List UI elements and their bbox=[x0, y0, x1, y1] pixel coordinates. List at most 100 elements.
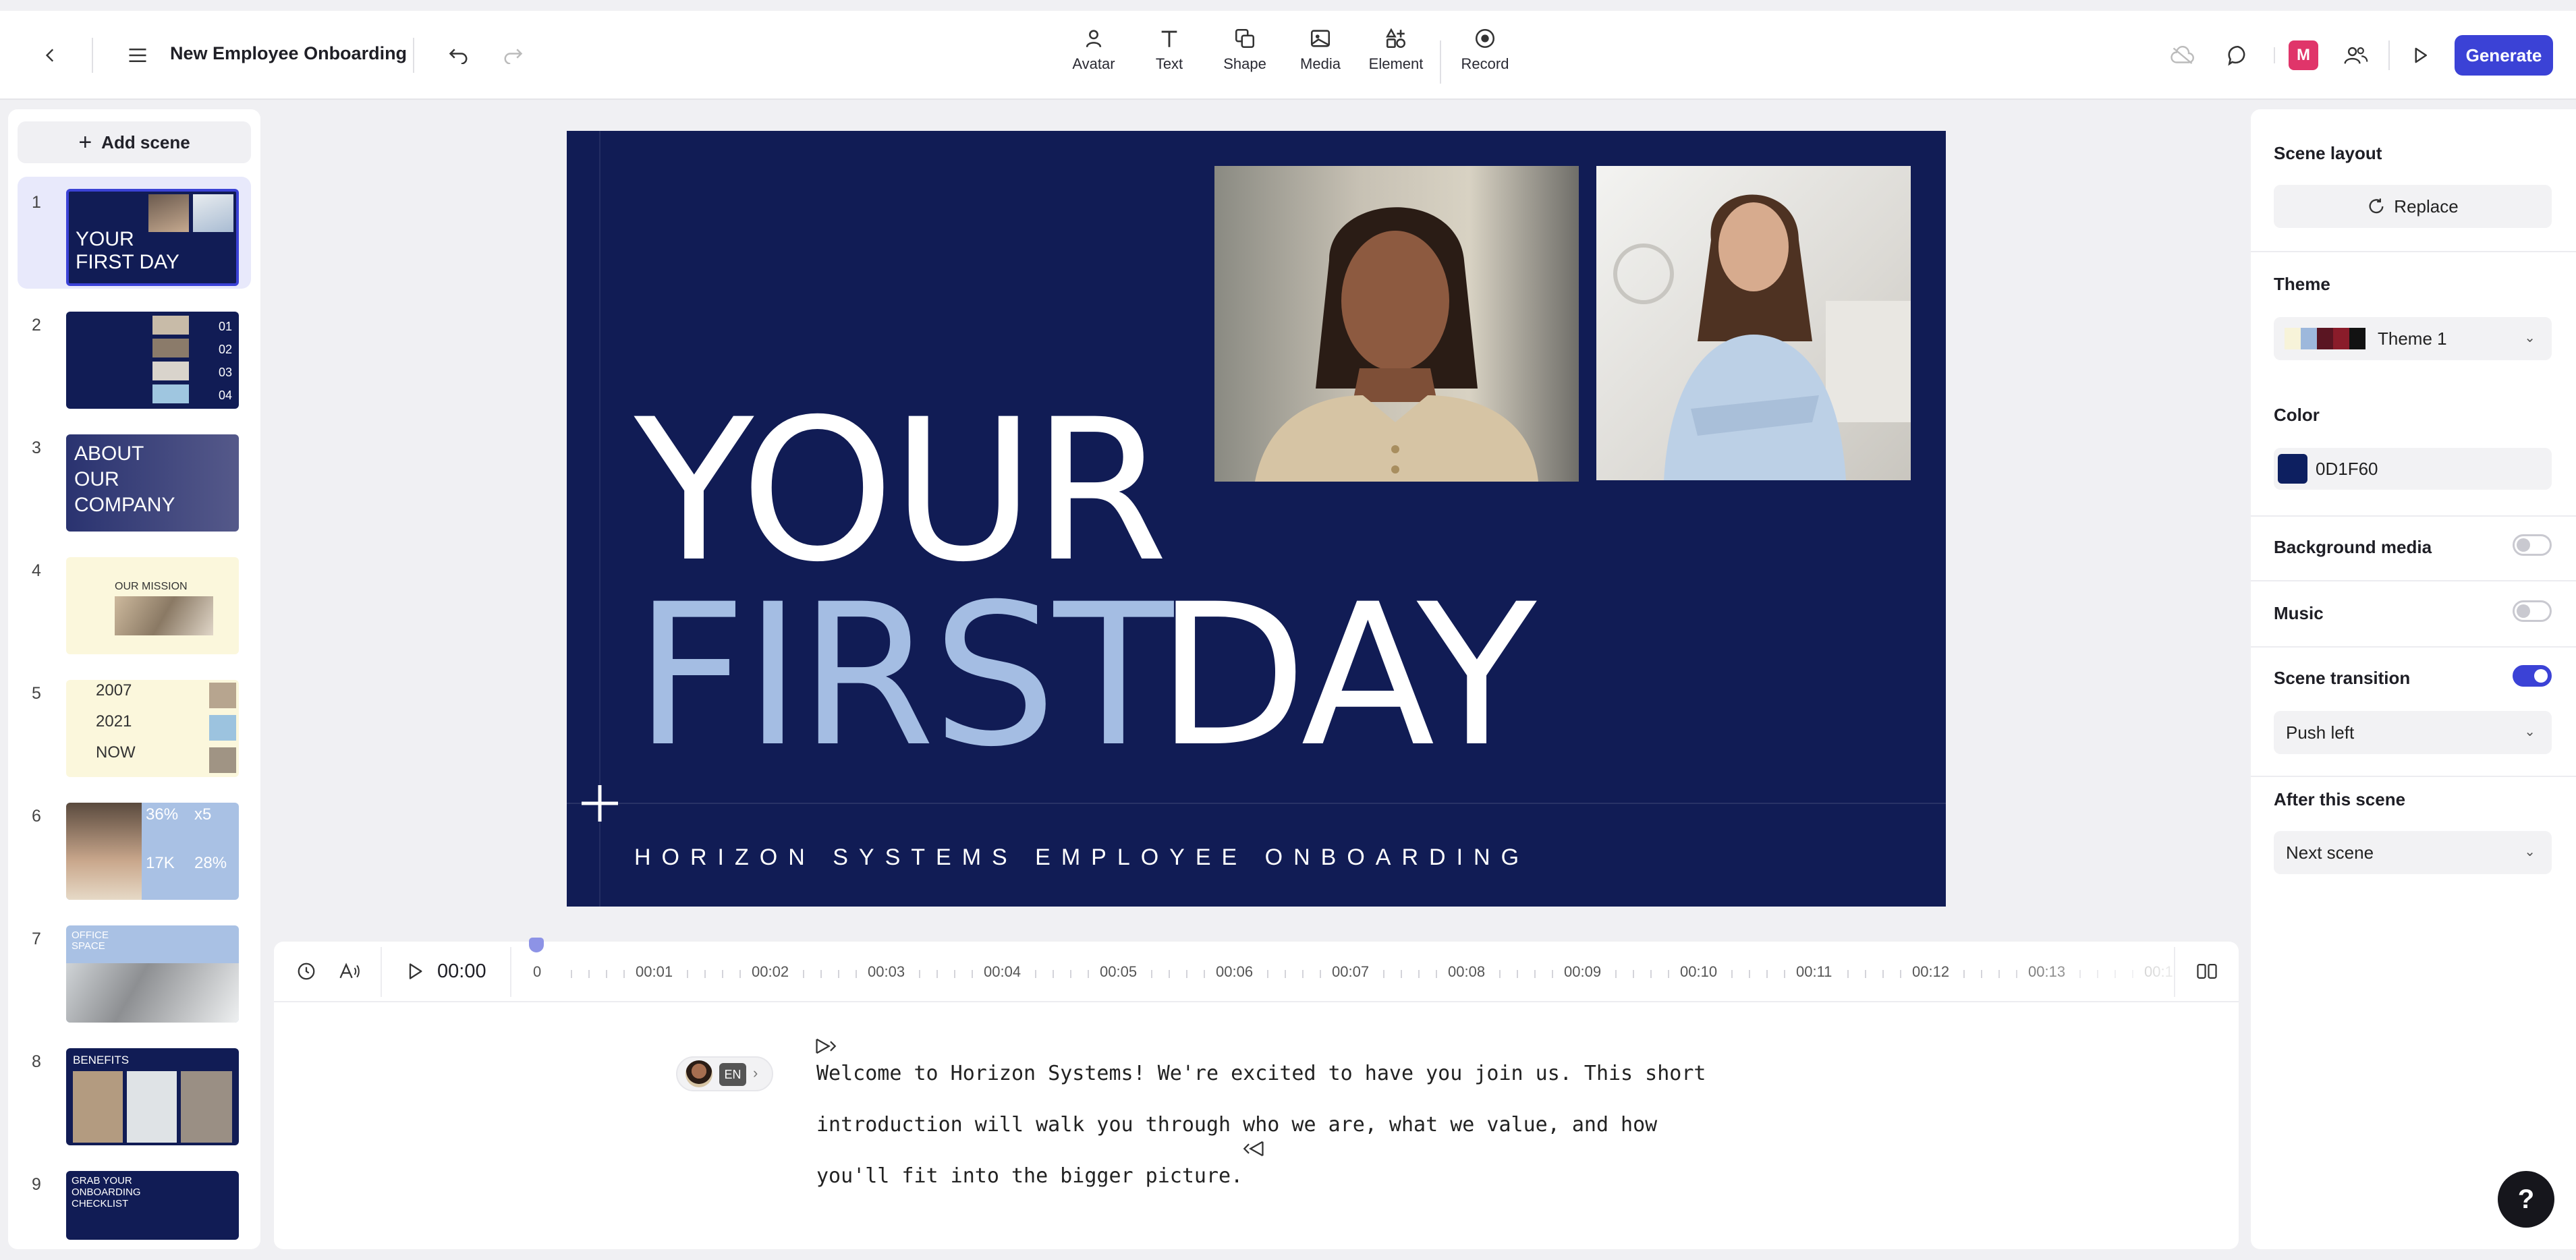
timeline-tick-mark bbox=[1534, 970, 1536, 978]
scene-item-2[interactable]: 2 01 02 03 04 bbox=[18, 299, 251, 411]
color-swatch[interactable] bbox=[2278, 454, 2307, 484]
thumb-title-line: OUR MISSION bbox=[115, 581, 188, 592]
thumb-photo bbox=[152, 384, 189, 403]
color-hex-value: 0D1F60 bbox=[2316, 458, 2378, 479]
menu-button[interactable] bbox=[121, 40, 154, 70]
timeline-tick-mark bbox=[1865, 970, 1866, 978]
add-scene-label: Add scene bbox=[101, 132, 190, 152]
text-tool-label: Text bbox=[1155, 55, 1183, 72]
timeline-layout-button[interactable] bbox=[2190, 958, 2224, 985]
scene-item-7[interactable]: 7 OFFICE SPACE bbox=[18, 913, 251, 1025]
transition-select[interactable]: Push left ⌄ bbox=[2274, 711, 2552, 754]
thumb-title-line: YOUR bbox=[76, 228, 134, 250]
timeline-tick-mark bbox=[1035, 970, 1036, 978]
scene-item-1[interactable]: 1 YOUR FIRST DAY bbox=[18, 177, 251, 289]
slide-title-line2b[interactable]: DAY bbox=[1156, 579, 1536, 774]
thumb-stat: 36% bbox=[146, 805, 179, 824]
add-element-crosshair[interactable] bbox=[580, 784, 619, 823]
thumb-title-line: SPACE bbox=[72, 940, 105, 952]
shape-icon bbox=[1235, 28, 1255, 49]
scene-item-9[interactable]: 9 GRAB YOUR ONBOARDING CHECKLIST bbox=[18, 1159, 251, 1240]
shape-tool[interactable]: Shape bbox=[1208, 27, 1282, 73]
voice-button[interactable] bbox=[333, 958, 366, 985]
preview-play-button[interactable] bbox=[2403, 39, 2437, 71]
media-tool[interactable]: Media bbox=[1283, 27, 1357, 73]
slide-canvas[interactable]: YOUR FIRST DAY HORIZON SYSTEMS EMPLOYEE … bbox=[567, 131, 1946, 907]
timeline-tick-label: 00:10 bbox=[1680, 963, 1718, 980]
hamburger-icon bbox=[129, 49, 146, 62]
timeline-tick-label: 00:09 bbox=[1564, 963, 1602, 980]
background-media-label: Background media bbox=[2274, 537, 2432, 557]
scene-item-6[interactable]: 6 36% x5 17K 28% bbox=[18, 791, 251, 903]
user-avatar[interactable]: M bbox=[2289, 40, 2318, 70]
scene-number: 9 bbox=[32, 1175, 41, 1194]
music-toggle[interactable] bbox=[2513, 600, 2552, 622]
timeline-tick-mark bbox=[1053, 970, 1054, 978]
generate-button[interactable]: Generate bbox=[2455, 35, 2553, 76]
guide-line bbox=[567, 803, 1946, 804]
thumb-title-line: FIRST DAY bbox=[76, 251, 179, 273]
help-button[interactable]: ? bbox=[2498, 1171, 2554, 1228]
scene-number: 6 bbox=[32, 807, 41, 826]
slide-title-line1[interactable]: YOUR bbox=[634, 394, 1168, 590]
scene-item-4[interactable]: 4 OUR MISSION bbox=[18, 545, 251, 657]
timeline-tick-mark bbox=[704, 970, 706, 978]
timeline-ruler[interactable]: 0 00:01 00:02 00:03 00:04 00:05 00:06 00:07 00:0… bbox=[526, 963, 2179, 983]
undo-button[interactable] bbox=[443, 40, 475, 70]
scene-item-3[interactable]: 3 ABOUT OUR COMPANY bbox=[18, 422, 251, 534]
record-icon bbox=[1475, 28, 1495, 49]
shape-tool-label: Shape bbox=[1223, 55, 1266, 72]
scene-thumbnail: OFFICE SPACE bbox=[66, 925, 239, 1023]
share-button[interactable] bbox=[2337, 39, 2375, 71]
timeline-tick-mark bbox=[1963, 970, 1965, 978]
timeline-tick-mark bbox=[1615, 970, 1617, 978]
chevron-left-icon bbox=[45, 49, 54, 62]
avatar-tool[interactable]: Avatar bbox=[1057, 27, 1131, 73]
comments-button[interactable] bbox=[2221, 39, 2255, 71]
avatar-voice-selector[interactable]: EN › bbox=[676, 1056, 773, 1091]
replace-layout-button[interactable]: Replace bbox=[2274, 185, 2552, 228]
scene-item-5[interactable]: 5 2007 2021 NOW bbox=[18, 668, 251, 780]
timeline-tick-mark bbox=[1151, 970, 1152, 978]
timeline-tick-mark bbox=[722, 970, 723, 978]
scene-number: 2 bbox=[32, 316, 41, 335]
script-end-marker[interactable] bbox=[1243, 1139, 1266, 1160]
color-input[interactable]: 0D1F60 bbox=[2274, 448, 2552, 490]
thumb-number: 04 bbox=[219, 389, 233, 402]
thumb-number: 02 bbox=[219, 343, 233, 356]
timeline-tick-label: 00:04 bbox=[984, 963, 1021, 980]
scene-item-8[interactable]: 8 BENEFITS bbox=[18, 1036, 251, 1148]
thumb-photo bbox=[148, 194, 189, 232]
scene-thumbnail: OUR MISSION bbox=[66, 557, 239, 654]
chevron-right-icon: › bbox=[753, 1064, 758, 1081]
record-tool[interactable]: Record bbox=[1448, 27, 1522, 73]
after-scene-label: After this scene bbox=[2274, 789, 2406, 809]
thumb-year: NOW bbox=[96, 743, 136, 762]
slide-title-line2a[interactable]: FIRST bbox=[634, 579, 1173, 774]
office-photo-frame[interactable] bbox=[1596, 166, 1911, 480]
add-scene-button[interactable]: + Add scene bbox=[18, 121, 251, 163]
project-title[interactable]: New Employee Onboarding bbox=[170, 43, 407, 64]
timeline-tick-mark bbox=[1499, 970, 1501, 978]
timeline-tick-mark bbox=[1418, 970, 1420, 978]
slide-subtitle[interactable]: HORIZON SYSTEMS EMPLOYEE ONBOARDING bbox=[634, 844, 1530, 871]
element-tool[interactable]: Element bbox=[1359, 27, 1433, 73]
theme-select[interactable]: Theme 1 ⌄ bbox=[2274, 317, 2552, 360]
avatar-video-frame[interactable] bbox=[1214, 166, 1579, 482]
music-label: Music bbox=[2274, 603, 2324, 623]
script-line-1[interactable]: Welcome to Horizon Systems! We're excite… bbox=[816, 1048, 1706, 1099]
timeline-play-button[interactable] bbox=[401, 958, 429, 985]
scene-transition-toggle[interactable] bbox=[2513, 665, 2552, 687]
background-media-toggle[interactable] bbox=[2513, 534, 2552, 556]
duration-button[interactable] bbox=[290, 958, 323, 985]
redo-button[interactable] bbox=[497, 40, 529, 70]
timeline-tick-mark bbox=[856, 970, 857, 978]
timeline-tick-mark bbox=[972, 970, 973, 978]
script-line-3[interactable]: you'll fit into the bigger picture. bbox=[816, 1151, 1243, 1202]
text-tool[interactable]: Text bbox=[1132, 27, 1206, 73]
after-scene-select[interactable]: Next scene ⌄ bbox=[2274, 831, 2552, 874]
back-button[interactable] bbox=[34, 40, 67, 70]
timeline-tick-mark bbox=[1088, 970, 1089, 978]
playhead-handle[interactable] bbox=[529, 938, 544, 952]
script-line-2[interactable]: introduction will walk you through who w… bbox=[816, 1099, 1657, 1151]
